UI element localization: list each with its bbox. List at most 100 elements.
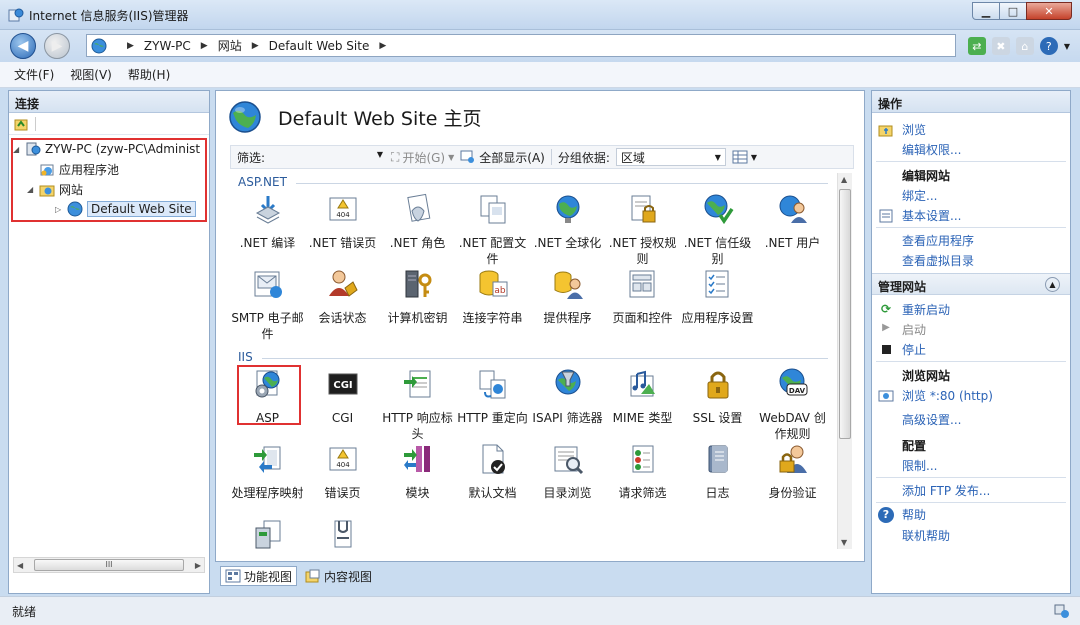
view-mode-button[interactable]: ▼ xyxy=(732,150,757,164)
feature-label: .NET 编译 xyxy=(239,236,296,250)
cgi-icon: CGI xyxy=(328,373,357,395)
online-help-action[interactable]: 联机帮助 xyxy=(902,527,950,544)
feature-role-document[interactable]: .NET 角色 xyxy=(380,193,455,251)
stop-icon[interactable]: ✖ xyxy=(991,37,1010,55)
browse-action[interactable]: 浏览 xyxy=(878,121,926,138)
chevron-down-icon[interactable]: ▼ xyxy=(377,150,383,159)
basic-settings-action[interactable]: 基本设置... xyxy=(878,207,961,224)
feature-handler-mapping[interactable]: 处理程序映射 xyxy=(230,443,305,501)
feature-redirect[interactable]: HTTP 重定向 xyxy=(455,368,530,426)
scroll-left-icon[interactable]: ◀ xyxy=(17,561,23,570)
status-text: 就绪 xyxy=(12,604,37,619)
feature-mime-media[interactable]: MIME 类型 xyxy=(605,368,680,426)
group-by-select[interactable]: 区域 ▼ xyxy=(615,148,726,166)
bindings-action[interactable]: 绑定... xyxy=(902,187,937,204)
show-all-button[interactable]: 全部显示(A) xyxy=(460,149,545,166)
chevron-down-icon[interactable]: ▼ xyxy=(1064,42,1070,51)
feature-settings-list[interactable]: 应用程序设置 xyxy=(680,268,755,326)
feature-profile-document[interactable]: .NET 配置文件 xyxy=(455,193,530,267)
feature-trust-globe[interactable]: .NET 信任级别 xyxy=(680,193,755,267)
group-heading-iis: IIS xyxy=(238,350,828,364)
feature-directory-browse[interactable]: 目录浏览 xyxy=(530,443,605,501)
feature-filter-funnel[interactable]: ISAPI 筛选器 xyxy=(530,368,605,426)
feature-error-404[interactable]: 404 错误页 xyxy=(305,443,380,501)
session-user-icon xyxy=(328,270,358,297)
tab-features-view[interactable]: 功能视图 xyxy=(220,566,298,586)
feature-provider-users[interactable]: 提供程序 xyxy=(530,268,605,326)
close-button[interactable]: ✕ xyxy=(1026,2,1072,20)
help-icon[interactable]: ? xyxy=(1039,37,1058,55)
help-action[interactable]: ? 帮助 xyxy=(878,506,926,523)
connect-icon[interactable] xyxy=(13,116,29,132)
view-applications-action[interactable]: 查看应用程序 xyxy=(902,232,974,249)
feature-compression[interactable] xyxy=(305,518,380,551)
redirect-icon xyxy=(479,370,505,399)
forward-button[interactable]: ▶ xyxy=(44,33,70,59)
feature-session-user[interactable]: 会话状态 xyxy=(305,268,380,326)
user-globe-icon xyxy=(779,195,807,223)
restart-action[interactable]: ⟳ 重新启动 xyxy=(878,301,950,318)
scroll-down-icon[interactable]: ▼ xyxy=(841,538,847,547)
maximize-button[interactable]: □ xyxy=(999,2,1027,20)
tab-content-view[interactable]: 内容视图 xyxy=(301,566,376,586)
address-row: ◀ ▶ ▶ ZYW-PC ▶ 网站 ▶ Default Web Site ▶ ⇄… xyxy=(0,30,1080,62)
webdav-globe-icon: DAV xyxy=(779,368,807,396)
feature-modules[interactable]: 模块 xyxy=(380,443,455,501)
address-bar[interactable]: ▶ ZYW-PC ▶ 网站 ▶ Default Web Site ▶ xyxy=(86,34,956,57)
feature-authentication-user[interactable]: 身份验证 xyxy=(755,443,830,501)
feature-cgi[interactable]: CGI CGI xyxy=(305,368,380,426)
horizontal-scrollbar[interactable]: ◀ III ▶ xyxy=(13,557,205,573)
feature-response-header[interactable]: HTTP 响应标头 xyxy=(380,368,455,442)
add-ftp-action[interactable]: 添加 FTP 发布... xyxy=(902,482,990,499)
menu-view[interactable]: 视图(V) xyxy=(70,66,112,83)
browse-folder-icon xyxy=(878,125,893,136)
feature-page-controls[interactable]: 页面和控件 xyxy=(605,268,680,326)
feature-user-globe[interactable]: .NET 用户 xyxy=(755,193,830,251)
feature-globe[interactable]: .NET 全球化 xyxy=(530,193,605,251)
feature-padlock[interactable]: SSL 设置 xyxy=(680,368,755,426)
feature-lock-document[interactable]: .NET 授权规则 xyxy=(605,193,680,267)
browse-http-action[interactable]: 浏览 *:80 (http) xyxy=(878,387,993,404)
feature-error-404[interactable]: 404 .NET 错误页 xyxy=(305,193,380,251)
breadcrumb-computer[interactable]: ZYW-PC xyxy=(144,39,191,53)
filter-input[interactable]: ▼ xyxy=(267,148,385,166)
lock-document-icon xyxy=(631,195,655,223)
feature-output-cache[interactable] xyxy=(230,518,305,551)
menu-help[interactable]: 帮助(H) xyxy=(128,66,170,83)
start-action[interactable]: ▶ 启动 xyxy=(878,321,926,338)
site-globe-icon xyxy=(229,101,261,133)
back-button[interactable]: ◀ xyxy=(10,33,36,59)
breadcrumb-sites[interactable]: 网站 xyxy=(218,37,242,54)
feature-database-ab[interactable]: ab 连接字符串 xyxy=(455,268,530,326)
home-icon[interactable]: ⌂ xyxy=(1015,37,1034,55)
menu-file[interactable]: 文件(F) xyxy=(14,66,54,83)
breadcrumb-site[interactable]: Default Web Site xyxy=(269,39,370,53)
view-virtual-dirs-action[interactable]: 查看虚拟目录 xyxy=(902,252,974,269)
vertical-scrollbar[interactable]: ▲ ▼ xyxy=(837,173,852,549)
feature-label: .NET 全球化 xyxy=(533,236,602,250)
feature-request-filter[interactable]: 请求筛选 xyxy=(605,443,680,501)
advanced-settings-action[interactable]: 高级设置... xyxy=(902,411,961,428)
scroll-thumb[interactable]: III xyxy=(34,559,184,571)
feature-webdav-globe[interactable]: DAV WebDAV 创作规则 xyxy=(755,368,830,442)
feature-label: .NET 用户 xyxy=(764,236,821,250)
refresh-icon[interactable]: ⇄ xyxy=(967,37,986,55)
scroll-thumb[interactable] xyxy=(839,189,851,439)
feature-download-arrow[interactable]: .NET 编译 xyxy=(230,193,305,251)
feature-log-notebook[interactable]: 日志 xyxy=(680,443,755,501)
limits-action[interactable]: 限制... xyxy=(902,457,937,474)
stop-action[interactable]: 停止 xyxy=(878,341,926,358)
settings-list-icon xyxy=(705,270,728,298)
start-filter-button[interactable]: ⛶ 开始(G) ▼ xyxy=(391,149,454,166)
help-icon: ? xyxy=(878,506,894,523)
minimize-button[interactable]: ▁ xyxy=(972,2,1000,20)
feature-default-document[interactable]: 默认文档 xyxy=(455,443,530,501)
scroll-right-icon[interactable]: ▶ xyxy=(195,561,201,570)
stop-square-icon xyxy=(878,342,894,358)
collapse-icon[interactable]: ▲ xyxy=(1045,277,1060,292)
edit-permissions-action[interactable]: 编辑权限... xyxy=(902,141,961,158)
binoculars-icon: ⛶ xyxy=(391,149,400,164)
feature-server-key[interactable]: 计算机密钥 xyxy=(380,268,455,326)
scroll-up-icon[interactable]: ▲ xyxy=(841,175,847,184)
feature-email[interactable]: SMTP 电子邮件 xyxy=(230,268,305,342)
